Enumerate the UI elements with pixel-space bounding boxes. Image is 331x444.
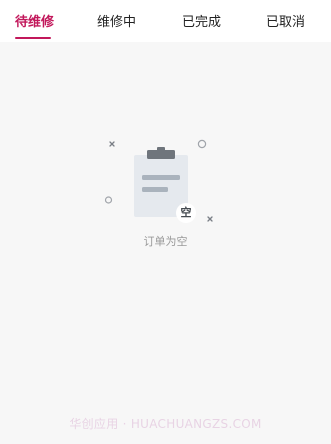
- empty-message: 订单为空: [143, 235, 188, 248]
- watermark: 华创应用 · HUACHUANGZS.COM: [69, 417, 262, 431]
- tab-in-repair[interactable]: 维修中: [97, 15, 136, 31]
- clipboard-empty-icon: [104, 139, 213, 223]
- empty-badge: 空: [180, 206, 192, 219]
- order-status-tabbar: 待维修 维修中 已完成 已取消: [0, 0, 331, 42]
- tab-pending-repair[interactable]: 待维修: [15, 15, 54, 31]
- tab-cancelled[interactable]: 已取消: [266, 15, 305, 31]
- empty-state-illustration: 空: [100, 135, 220, 230]
- tab-completed[interactable]: 已完成: [182, 15, 221, 31]
- active-tab-indicator: [15, 37, 51, 39]
